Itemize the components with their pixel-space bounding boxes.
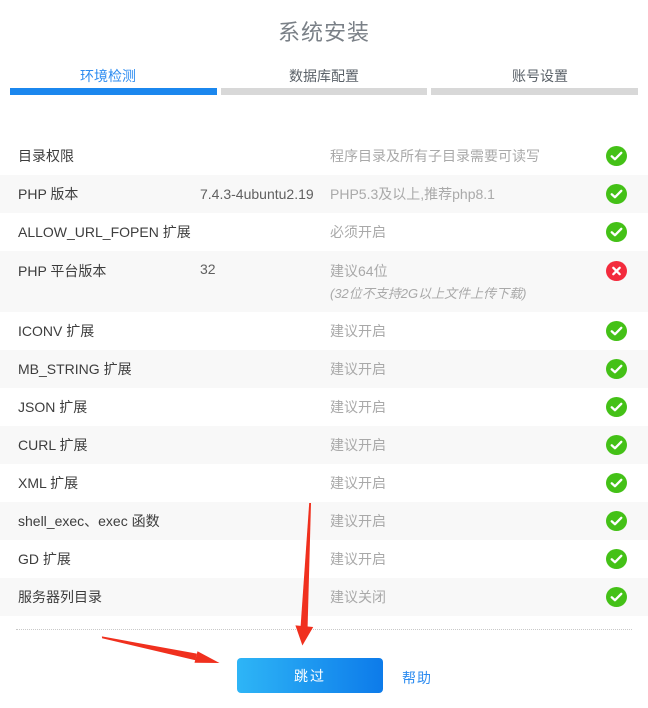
check-item-label: PHP 版本 <box>18 184 200 204</box>
page-title: 系统安装 <box>0 15 648 47</box>
check-item-label: XML 扩展 <box>18 473 200 493</box>
check-item-requirement: 建议开启 <box>330 321 606 341</box>
tab-label: 数据库配置 <box>289 68 359 84</box>
status-badge <box>606 435 630 455</box>
status-pass-icon <box>606 359 627 379</box>
status-pass-icon <box>606 511 627 531</box>
table-row: PHP 版本7.4.3-4ubuntu2.19PHP5.3及以上,推荐php8.… <box>0 175 648 213</box>
status-pass-icon <box>606 222 627 242</box>
tab-account-settings[interactable]: 账号设置 <box>432 62 648 90</box>
check-item-value: 32 <box>200 261 330 277</box>
tab-database-config[interactable]: 数据库配置 <box>216 62 432 90</box>
wizard-tabs: 环境检测 数据库配置 账号设置 <box>0 62 648 90</box>
check-item-label: ALLOW_URL_FOPEN 扩展 <box>18 222 200 242</box>
check-item-label: shell_exec、exec 函数 <box>18 511 200 531</box>
check-item-label: ICONV 扩展 <box>18 321 200 341</box>
table-row: XML 扩展 建议开启 <box>0 464 648 502</box>
table-row: GD 扩展 建议开启 <box>0 540 648 578</box>
check-item-value: 7.4.3-4ubuntu2.19 <box>200 186 330 202</box>
check-item-requirement: 建议开启 <box>330 549 606 569</box>
status-badge <box>606 549 630 569</box>
progress-segment <box>221 88 428 95</box>
table-row: 目录权限 程序目录及所有子目录需要可读写 <box>0 137 648 175</box>
check-item-requirement: 建议开启 <box>330 435 606 455</box>
status-badge <box>606 146 630 166</box>
check-item-requirement: PHP5.3及以上,推荐php8.1 <box>330 184 606 204</box>
check-item-label: GD 扩展 <box>18 549 200 569</box>
check-item-note: (32位不支持2G以上文件上传下载) <box>330 284 606 304</box>
skip-button[interactable]: 跳过 <box>237 658 383 693</box>
tab-label: 环境检测 <box>80 68 136 84</box>
table-row: shell_exec、exec 函数 建议开启 <box>0 502 648 540</box>
status-badge <box>606 587 630 607</box>
check-item-label: 目录权限 <box>18 146 200 166</box>
status-pass-icon <box>606 184 627 204</box>
table-row: MB_STRING 扩展 建议开启 <box>0 350 648 388</box>
status-badge <box>606 222 630 242</box>
progress-segment <box>431 88 638 95</box>
check-item-requirement: 建议开启 <box>330 511 606 531</box>
progress-segment-active <box>10 88 217 95</box>
table-row: 服务器列目录 建议关闭 <box>0 578 648 616</box>
tab-label: 账号设置 <box>512 68 568 84</box>
status-pass-icon <box>606 146 627 166</box>
check-item-requirement: 建议关闭 <box>330 587 606 607</box>
check-item-label: MB_STRING 扩展 <box>18 359 200 379</box>
status-pass-icon <box>606 473 627 493</box>
red-arrow-diagonal-icon <box>102 636 220 663</box>
tab-environment-check[interactable]: 环境检测 <box>0 62 216 90</box>
status-badge <box>606 359 630 379</box>
footer-divider <box>16 629 632 630</box>
status-badge <box>606 397 630 417</box>
status-pass-icon <box>606 549 627 569</box>
check-item-requirement: 建议64位(32位不支持2G以上文件上传下载) <box>330 261 606 304</box>
status-fail-icon <box>606 261 627 281</box>
check-item-label: JSON 扩展 <box>18 397 200 417</box>
check-item-requirement: 程序目录及所有子目录需要可读写 <box>330 146 606 166</box>
status-badge <box>606 184 630 204</box>
table-row: JSON 扩展 建议开启 <box>0 388 648 426</box>
table-row: ALLOW_URL_FOPEN 扩展 必须开启 <box>0 213 648 251</box>
status-pass-icon <box>606 397 627 417</box>
check-item-label: 服务器列目录 <box>18 587 200 607</box>
status-badge <box>606 321 630 341</box>
check-item-requirement: 必须开启 <box>330 222 606 242</box>
table-row: CURL 扩展 建议开启 <box>0 426 648 464</box>
status-pass-icon <box>606 321 627 341</box>
environment-check-table: 目录权限 程序目录及所有子目录需要可读写 PHP 版本7.4.3-4ubuntu2.… <box>0 137 648 616</box>
status-pass-icon <box>606 435 627 455</box>
check-item-label: CURL 扩展 <box>18 435 200 455</box>
table-row: PHP 平台版本32建议64位(32位不支持2G以上文件上传下载) <box>0 251 648 312</box>
table-row: ICONV 扩展 建议开启 <box>0 312 648 350</box>
check-item-requirement: 建议开启 <box>330 359 606 379</box>
status-badge <box>606 261 630 281</box>
help-link[interactable]: 帮助 <box>402 668 432 688</box>
check-item-label: PHP 平台版本 <box>18 261 200 281</box>
status-badge <box>606 473 630 493</box>
install-wizard-page: 系统安装 环境检测 数据库配置 账号设置 目录权限 程序目录及所有子目录需要可读写… <box>0 0 648 708</box>
check-item-requirement: 建议开启 <box>330 397 606 417</box>
wizard-progress-bar <box>10 88 638 95</box>
status-pass-icon <box>606 587 627 607</box>
status-badge <box>606 511 630 531</box>
check-item-requirement: 建议开启 <box>330 473 606 493</box>
